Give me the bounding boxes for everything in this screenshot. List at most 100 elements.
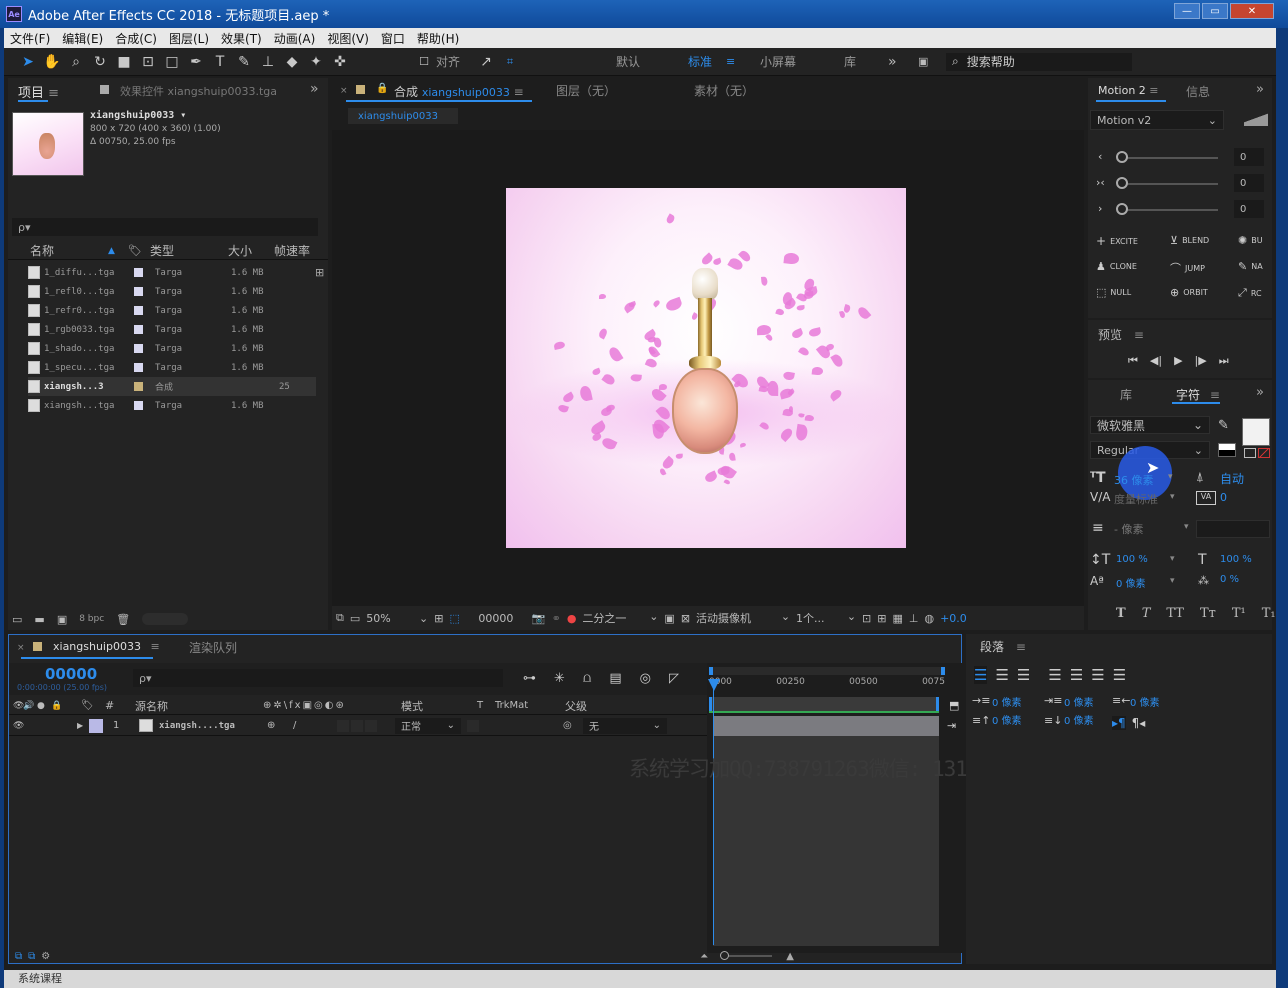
file-label-swatch[interactable]	[134, 382, 143, 391]
motion-blur-icon[interactable]: ◎	[640, 671, 651, 686]
thumbnail-slider[interactable]	[142, 613, 189, 625]
baseline-shift-value[interactable]: 0 像素	[1116, 575, 1146, 590]
workspace-standard[interactable]: 标准	[688, 53, 726, 70]
burst-button[interactable]: ✺ BU	[1238, 234, 1263, 247]
parent-pickwhip-icon[interactable]: ◎	[563, 720, 583, 731]
null-button[interactable]: ⬚ NULL	[1096, 286, 1131, 299]
region-of-interest-icon[interactable]: ▣	[664, 612, 674, 625]
snap-options-icon[interactable]: ⌗	[498, 51, 522, 73]
layer-mode-dropdown[interactable]: 正常 ⌄	[395, 717, 461, 734]
eraser-tool-icon[interactable]: ◆	[280, 51, 304, 73]
zoom-in-icon[interactable]: ▲	[786, 951, 794, 962]
panel-expand-icon[interactable]: »	[310, 81, 319, 97]
no-fill-icon[interactable]	[1244, 448, 1256, 458]
font-size-value[interactable]: 36 像素	[1114, 472, 1154, 488]
project-file-row[interactable]: 1_refl0...tga Targa 1.6 MB	[28, 282, 316, 301]
view-layout-dropdown[interactable]: 1个... ⌄	[796, 610, 856, 626]
faux-italic-button[interactable]: T	[1142, 606, 1151, 621]
mode-header[interactable]: 模式	[401, 698, 477, 714]
all-caps-button[interactable]: TT	[1166, 606, 1184, 621]
eyedropper-icon[interactable]: ✎	[1218, 418, 1229, 433]
menu-layer[interactable]: 图层(L)	[163, 30, 215, 47]
source-name-header[interactable]: 源名称	[135, 698, 263, 714]
file-label-swatch[interactable]	[134, 401, 143, 410]
menu-animation[interactable]: 动画(A)	[268, 30, 322, 47]
prev-frame-icon[interactable]: ◀|	[1150, 354, 1162, 368]
taskbar-item[interactable]: 系统课程	[18, 972, 62, 985]
project-search-input[interactable]: ρ▾	[12, 218, 318, 236]
layer-trkmat-toggle[interactable]	[467, 719, 479, 732]
tsume-value[interactable]: 0 %	[1220, 574, 1239, 585]
character-expand-icon[interactable]: »	[1256, 385, 1264, 400]
layer-expand-icon[interactable]: ▶	[77, 721, 89, 730]
indent-first-value[interactable]: 0 像素	[1064, 694, 1094, 709]
layer-source-name[interactable]: xiangsh....tga	[159, 721, 267, 731]
ease-in-slider-knob[interactable]	[1116, 151, 1128, 163]
trkmat-header[interactable]: TrkMat	[495, 700, 565, 711]
play-icon[interactable]: ▶	[1174, 354, 1182, 368]
project-file-row[interactable]: 1_specu...tga Targa 1.6 MB	[28, 358, 316, 377]
last-frame-icon[interactable]: ⏭	[1219, 354, 1229, 368]
label-header-icon[interactable]: 🏷	[81, 700, 105, 711]
label-column-icon[interactable]: 🏷	[128, 244, 150, 257]
project-file-row[interactable]: 1_refr0...tga Targa 1.6 MB	[28, 301, 316, 320]
flowchart-icon[interactable]: ⊞	[315, 266, 324, 279]
work-area-span[interactable]	[709, 697, 939, 711]
baseline-shift-dropdown-icon[interactable]: ▾	[1170, 576, 1175, 586]
footage-viewer-tab[interactable]: 素材（无）	[694, 82, 754, 99]
zoom-out-icon[interactable]: ⏶	[700, 951, 708, 962]
magnification-dropdown[interactable]: 50% ⌄	[366, 612, 428, 625]
project-tab[interactable]: 项目 ≡	[18, 82, 59, 101]
name-button[interactable]: ✎ NA	[1238, 260, 1263, 273]
sync-settings-icon[interactable]: ▣	[918, 55, 946, 68]
project-file-row[interactable]: 1_rgb0033.tga Targa 1.6 MB	[28, 320, 316, 339]
ease-out-value[interactable]: 0	[1234, 200, 1264, 218]
new-folder-icon[interactable]: ▬	[34, 613, 44, 626]
parent-header[interactable]: 父级	[565, 698, 625, 714]
align-right-icon[interactable]: ☰	[1017, 666, 1030, 684]
zoom-tool-icon[interactable]: ⌕	[64, 51, 88, 73]
roto-brush-tool-icon[interactable]: ✦	[304, 51, 328, 73]
project-file-row[interactable]: xiangsh...tga Targa 1.6 MB	[28, 396, 316, 415]
small-caps-button[interactable]: Tт	[1200, 606, 1216, 621]
timeline-zoom-slider[interactable]	[720, 951, 773, 960]
rotate-tool-icon[interactable]: ↻	[88, 51, 112, 73]
workspace-small-screen[interactable]: 小屏幕	[760, 53, 844, 70]
render-queue-tab[interactable]: 渲染队列	[189, 639, 237, 656]
space-before-value[interactable]: 0 像素	[992, 712, 1022, 727]
trash-icon[interactable]: 🗑	[116, 613, 130, 626]
workspace-library[interactable]: 库	[844, 53, 888, 70]
exposure-value[interactable]: +0.0	[940, 612, 967, 625]
in-out-toggle-icon[interactable]: ⚙	[41, 951, 50, 962]
close-button[interactable]: ✕	[1230, 3, 1274, 19]
excite-button[interactable]: + EXCITE	[1096, 234, 1138, 248]
first-frame-icon[interactable]: ⏮	[1128, 354, 1138, 368]
layer-parent-dropdown[interactable]: 无 ⌄	[583, 717, 667, 734]
pan-behind-tool-icon[interactable]: ⊡	[136, 51, 160, 73]
stroke-width-dropdown-icon[interactable]: ▾	[1184, 522, 1189, 532]
frame-blending-icon[interactable]: ▤	[609, 671, 621, 686]
rectangle-tool-icon[interactable]: □	[160, 51, 184, 73]
indent-left-value[interactable]: 0 像素	[992, 694, 1022, 709]
close-comp-tab-icon[interactable]: ×	[340, 86, 348, 96]
layer-viewer-tab[interactable]: 图层（无）	[556, 82, 616, 99]
color-channels-icon[interactable]: ●	[567, 612, 577, 625]
project-file-row[interactable]: 1_diffu...tga Targa 1.6 MB	[28, 263, 316, 282]
graph-curve-icon[interactable]	[1244, 112, 1268, 126]
monitor-icon[interactable]: ▭	[350, 612, 360, 625]
help-search-box[interactable]: ⌕ 搜索帮助	[946, 52, 1133, 71]
ease-in-slider-track[interactable]	[1120, 157, 1218, 159]
ease-out-slider-track[interactable]	[1120, 209, 1218, 211]
file-label-swatch[interactable]	[134, 268, 143, 277]
file-label-swatch[interactable]	[134, 306, 143, 315]
subscript-button[interactable]: T₁	[1262, 606, 1276, 621]
layer-switches-toggle-icon[interactable]: ⧉	[15, 951, 22, 962]
timeline-timecode[interactable]: 00000	[45, 665, 97, 683]
more-workspaces-icon[interactable]: »	[888, 54, 918, 70]
rope-button[interactable]: ⤢ RC	[1238, 286, 1262, 300]
camera-view-dropdown[interactable]: 活动摄像机 ⌄	[696, 610, 790, 626]
indent-right-value[interactable]: 0 像素	[1130, 694, 1160, 709]
lock-icon[interactable]: 🔒	[376, 83, 388, 94]
kerning-value[interactable]: 度量标准	[1114, 491, 1158, 507]
item-name[interactable]: xiangshuip0033 ▾	[90, 110, 186, 121]
